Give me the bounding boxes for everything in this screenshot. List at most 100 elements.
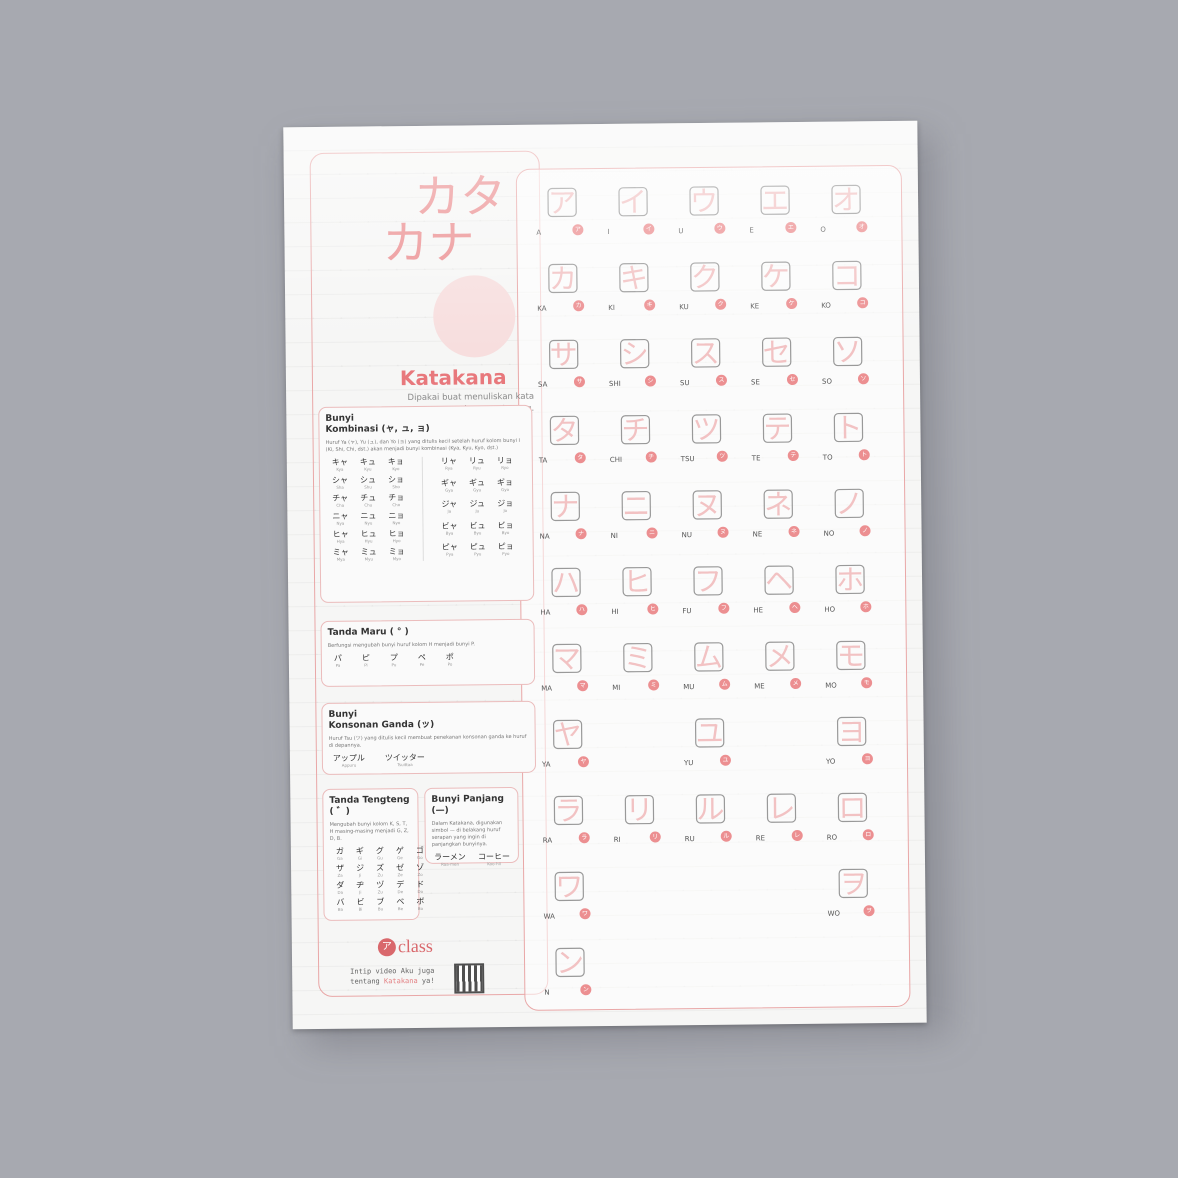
combo-item: キュ Kyu	[354, 457, 382, 471]
panjang-title: Bunyi Panjang (—)	[431, 794, 505, 816]
combo-item-romaji: Sha	[336, 484, 344, 490]
tengteng-item-kana: ド	[416, 879, 425, 889]
illustration-icon: サ	[548, 338, 579, 372]
kana-badge: ワ	[579, 908, 591, 920]
kana-cell-yu: ユ YU ユ	[675, 709, 747, 786]
maru-title: Tanda Maru ( ° )	[327, 627, 409, 638]
kana-cell-me: メ ME メ	[746, 632, 818, 709]
svg-text:サ: サ	[550, 338, 578, 371]
svg-text:フ: フ	[694, 565, 722, 598]
kana-romaji: RI	[613, 835, 621, 844]
kana-cell-na: ナ NA ナ	[531, 482, 603, 559]
illustration-icon: モ	[836, 639, 866, 673]
kana-romaji: RU	[684, 835, 695, 844]
kana-badge: モ	[861, 677, 873, 689]
tengteng-item-romaji: Ze	[397, 872, 403, 878]
illustration-icon: セ	[761, 336, 792, 369]
kana-romaji: NE	[752, 530, 763, 539]
illustration-icon: ミ	[623, 642, 653, 675]
combo-item: ミュ Myu	[355, 547, 383, 561]
kana-cell-ka: カ KA カ	[529, 254, 601, 331]
combo-item-kana: ジャ	[441, 499, 458, 509]
combo-item-romaji: Chu	[364, 502, 373, 508]
maru-item: ペ Pe	[412, 653, 432, 667]
kana-romaji: MA	[541, 684, 553, 693]
illustration-icon: ソ	[832, 335, 863, 369]
maru-item-romaji: Pa	[335, 662, 341, 668]
illustration-icon: ケ	[761, 260, 791, 293]
cta-line1: Intip video Aku juga	[350, 966, 435, 976]
cta-line2-post: ya!	[417, 976, 435, 985]
combo-title-line1: Bunyi	[325, 413, 355, 424]
illustration-icon: カ	[548, 262, 578, 296]
kana-cell-te: テ TE テ	[743, 404, 815, 481]
maru-item-romaji: Po	[447, 661, 453, 667]
combo-item-kana: ピャ	[441, 542, 458, 553]
kana-romaji: O	[820, 225, 826, 234]
kana-badge: ケ	[786, 297, 798, 310]
svg-text:メ: メ	[766, 640, 794, 673]
combo-item-kana: キュ	[359, 457, 376, 467]
kana-badge: ニ	[646, 527, 658, 539]
maru-item-romaji: Pu	[391, 662, 397, 668]
svg-text:ハ: ハ	[552, 566, 580, 599]
svg-text:コ: コ	[833, 259, 861, 292]
kana-cell-tsu: ツ TSU ツ	[672, 405, 744, 482]
combo-item-romaji: Shu	[364, 484, 372, 490]
kana-badge: キ	[644, 299, 656, 311]
combo-item-kana: ミャ	[332, 547, 349, 557]
kana-cell-sa: サ SA サ	[529, 330, 601, 407]
cta-highlight: Katakana	[383, 976, 418, 986]
maru-item-kana: ペ	[417, 652, 426, 662]
kana-cell-he: ヘ HE ヘ	[745, 556, 817, 633]
illustration-icon: リ	[624, 794, 655, 827]
kana-badge: ン	[580, 984, 592, 996]
combo-item: キョ Kyo	[382, 457, 410, 471]
combo-item-romaji: Kya	[336, 466, 344, 472]
kana-romaji: SHI	[608, 379, 621, 388]
kana-romaji: KA	[537, 304, 547, 313]
combo-item: ニョ Nyo	[382, 511, 410, 525]
kana-romaji: MO	[825, 681, 837, 690]
combo-item-kana: チョ	[388, 493, 405, 503]
tengteng-item-kana: ザ	[336, 863, 345, 873]
video-cta: Intip video Aku juga tentang Katakana ya…	[350, 966, 435, 987]
kana-cell-wo: ヲ WO ヲ	[819, 859, 891, 936]
illustration-icon: ム	[694, 641, 724, 674]
kana-romaji: WO	[827, 909, 841, 918]
ganda-row: アップル Appuru ツイッター Tsuittaa	[329, 752, 529, 768]
qr-code-icon[interactable]	[454, 963, 485, 994]
illustration-icon: タ	[549, 414, 580, 448]
kana-romaji: A	[536, 228, 542, 237]
tengteng-section: Tanda Tengteng ( ゛) Mengubah bunyi kolom…	[322, 787, 424, 921]
tengteng-item: ザ Za	[330, 864, 350, 878]
kana-romaji: NI	[610, 531, 618, 540]
illustration-icon: チ	[620, 414, 651, 447]
combo-item-romaji: Hyu	[364, 538, 373, 544]
maru-item: ポ Po	[440, 653, 460, 667]
kana-badge: レ	[791, 829, 803, 842]
illustration-icon: ス	[690, 337, 721, 370]
tengteng-item-kana: ズ	[376, 863, 385, 873]
combo-item: ピュ Pyu	[464, 543, 492, 561]
illustration-icon: ヤ	[552, 718, 583, 752]
combo-item-kana: ヒュ	[360, 529, 377, 539]
tengteng-item-kana: ガ	[335, 846, 344, 856]
kana-badge: リ	[649, 831, 661, 843]
maru-section: Tanda Maru ( ° ) Berfungsi mengubah buny…	[320, 618, 536, 687]
illustration-icon: ユ	[694, 717, 725, 750]
kana-romaji: TO	[822, 453, 833, 462]
illustration-icon: ネ	[763, 488, 793, 521]
svg-text:カ: カ	[549, 262, 577, 295]
combo-item-romaji: Pya	[446, 551, 454, 558]
svg-text:ヌ: ヌ	[693, 489, 721, 522]
combo-item: ビャ Bya	[435, 521, 463, 539]
tengteng-item: ズ Zu	[370, 863, 390, 877]
panjang-item-kana: コーヒー	[477, 852, 510, 862]
kana-romaji: U	[678, 227, 684, 236]
kana-romaji: SE	[750, 378, 760, 387]
title-circle	[432, 274, 516, 358]
panjang-item-romaji: Koo-hii	[487, 861, 501, 867]
svg-text:ヤ: ヤ	[553, 718, 581, 751]
illustration-icon: ヲ	[838, 867, 868, 901]
